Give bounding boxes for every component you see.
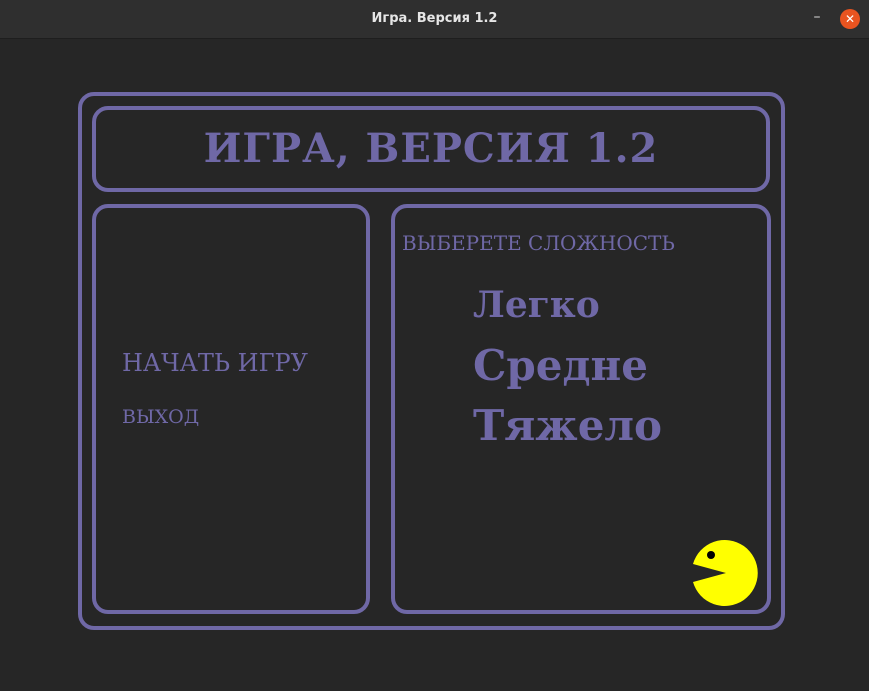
pacman-icon: [693, 540, 758, 606]
title-bar[interactable]: Игра. Версия 1.2 – ✕: [0, 0, 869, 39]
app-window: Игра. Версия 1.2 – ✕ ИГРА, ВЕРСИЯ 1.2 НА…: [0, 0, 869, 691]
game-title: ИГРА, ВЕРСИЯ 1.2: [203, 125, 659, 172]
difficulty-heading: ВЫБЕРЕТЕ СЛОЖНОСТЬ: [402, 231, 675, 255]
difficulty-medium-option[interactable]: Средне: [473, 339, 648, 393]
difficulty-easy-option[interactable]: Легко: [473, 281, 600, 329]
window-title: Игра. Версия 1.2: [371, 11, 498, 26]
close-button[interactable]: ✕: [840, 9, 860, 29]
difficulty-hard-option[interactable]: Тяжело: [473, 399, 662, 453]
exit-button[interactable]: ВЫХОД: [122, 404, 199, 430]
start-game-button[interactable]: НАЧАТЬ ИГРУ: [122, 347, 308, 379]
minimize-button[interactable]: –: [808, 10, 826, 28]
